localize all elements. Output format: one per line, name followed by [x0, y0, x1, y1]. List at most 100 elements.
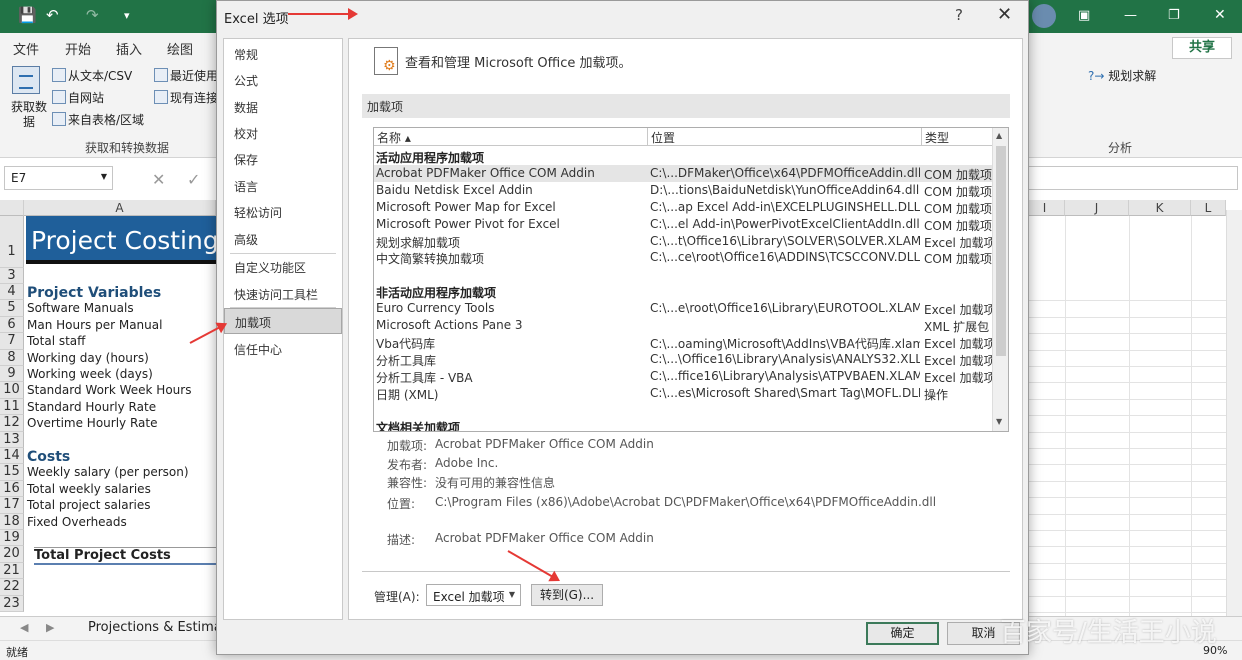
undo-icon[interactable]: ↶: [46, 6, 59, 24]
tab-draw[interactable]: 绘图: [167, 39, 193, 58]
nav-item-quick-access-toolbar[interactable]: 快速访问工具栏: [224, 281, 342, 307]
list-item[interactable]: Microsoft Actions Pane 3 XML 扩展包: [374, 317, 992, 334]
cell-text[interactable]: Standard Work Week Hours: [27, 383, 191, 397]
column-header-name[interactable]: 名称 ▴: [374, 128, 648, 146]
cell-text[interactable]: Total weekly salaries: [27, 482, 151, 496]
column-header-i[interactable]: I: [1025, 200, 1065, 216]
cell-text[interactable]: Total Project Costs: [34, 547, 216, 566]
scroll-thumb[interactable]: [996, 146, 1006, 356]
list-item[interactable]: Baidu Netdisk Excel Addin D:\...tions\Bai…: [374, 182, 992, 199]
row-header[interactable]: 16: [0, 480, 24, 498]
select-all-corner[interactable]: [0, 200, 24, 216]
share-button[interactable]: 共享: [1172, 37, 1232, 59]
sheet-tab-projections[interactable]: Projections & Estimat: [88, 620, 227, 635]
row-header[interactable]: 10: [0, 382, 24, 399]
cell-text[interactable]: Working week (days): [27, 367, 153, 381]
window-close-icon[interactable]: ✕: [1214, 7, 1226, 23]
ribbon-display-icon[interactable]: ▣: [1078, 8, 1090, 23]
row-header[interactable]: 7: [0, 333, 24, 350]
from-table-button[interactable]: 来自表格/区域: [52, 111, 144, 128]
row-header[interactable]: 23: [0, 595, 24, 612]
list-item[interactable]: 分析工具库 C:\...\Office16\Library\Analysis\AN…: [374, 351, 992, 368]
cell-text[interactable]: Software Manuals: [27, 301, 134, 315]
cell-text[interactable]: Total project salaries: [27, 498, 151, 512]
column-header-k[interactable]: K: [1129, 200, 1191, 216]
tab-scroll-left-icon[interactable]: ◀: [20, 621, 28, 634]
row-header[interactable]: 20: [0, 546, 24, 563]
confirm-entry-icon[interactable]: ✓: [187, 170, 200, 189]
name-box[interactable]: E7 ▼: [4, 166, 113, 190]
existing-connections-button[interactable]: 现有连接: [154, 89, 218, 106]
row-header[interactable]: 17: [0, 497, 24, 514]
column-header-l[interactable]: L: [1191, 200, 1226, 216]
scroll-up-icon[interactable]: ▲: [996, 131, 1002, 140]
minimize-icon[interactable]: —: [1124, 8, 1137, 23]
nav-item-accessibility[interactable]: 轻松访问: [224, 199, 342, 225]
get-data-button[interactable]: 获取数 据: [9, 100, 49, 130]
cell-text[interactable]: Overtime Hourly Rate: [27, 416, 157, 430]
list-item[interactable]: Acrobat PDFMaker Office COM Addin C:\...D…: [374, 164, 992, 182]
nav-item-save[interactable]: 保存: [224, 146, 342, 172]
nav-item-advanced[interactable]: 高级: [224, 226, 342, 252]
nav-item-add-ins[interactable]: 加载项: [224, 308, 342, 334]
go-button[interactable]: 转到(G)...: [531, 584, 603, 606]
tab-insert[interactable]: 插入: [116, 39, 142, 58]
redo-icon[interactable]: ↷: [86, 6, 99, 24]
row-header[interactable]: 8: [0, 349, 24, 366]
column-header-type[interactable]: 类型: [922, 128, 992, 146]
cell-text[interactable]: Working day (hours): [27, 351, 149, 365]
save-icon[interactable]: 💾: [18, 6, 37, 24]
list-item[interactable]: Euro Currency Tools C:\...e\root\Office16…: [374, 300, 992, 317]
list-scrollbar[interactable]: ▲ ▼: [992, 128, 1008, 431]
row-header[interactable]: 3: [0, 268, 24, 284]
column-header-location[interactable]: 位置: [648, 128, 922, 146]
tab-home[interactable]: 开始: [65, 39, 91, 58]
manage-select[interactable]: Excel 加载项 ▼: [426, 584, 521, 606]
tab-scroll-right-icon[interactable]: ▶: [46, 621, 54, 634]
cell-text[interactable]: Fixed Overheads: [27, 515, 127, 529]
close-icon[interactable]: ✕: [997, 4, 1012, 25]
recent-sources-button[interactable]: 最近使用: [154, 67, 218, 84]
help-button[interactable]: ?: [955, 6, 963, 24]
ok-button[interactable]: 确定: [866, 622, 939, 645]
from-web-button[interactable]: 自网站: [52, 89, 104, 106]
row-header[interactable]: 12: [0, 415, 24, 432]
solver-button[interactable]: ?→ 规划求解: [1088, 67, 1156, 84]
row-header[interactable]: 11: [0, 398, 24, 416]
row-header[interactable]: 4: [0, 284, 24, 301]
list-item[interactable]: 日期 (XML) C:\...es\Microsoft Shared\Smart …: [374, 385, 992, 402]
nav-item-data[interactable]: 数据: [224, 94, 342, 120]
list-item[interactable]: 中文简繁转换加载项 C:\...ce\root\Office16\ADDINS\T…: [374, 249, 992, 266]
column-header-a[interactable]: A: [24, 200, 216, 216]
row-header[interactable]: 22: [0, 579, 24, 596]
row-header[interactable]: 13: [0, 431, 24, 448]
vertical-scrollbar[interactable]: [1226, 210, 1242, 616]
nav-item-general[interactable]: 常规: [224, 41, 342, 67]
customize-qat-icon[interactable]: ▾: [124, 9, 130, 22]
row-header[interactable]: 6: [0, 316, 24, 334]
nav-item-formulas[interactable]: 公式: [224, 67, 342, 93]
cancel-entry-icon[interactable]: ✕: [152, 170, 165, 189]
row-header[interactable]: 1: [0, 216, 24, 268]
avatar[interactable]: [1032, 4, 1056, 28]
list-item[interactable]: 规划求解加载项 C:\...t\Office16\Library\SOLVER\S…: [374, 233, 992, 250]
from-text-button[interactable]: 从文本/CSV: [52, 67, 132, 84]
add-ins-list[interactable]: 名称 ▴ 位置 类型 活动应用程序加载项 Acrobat PDFMaker Off…: [373, 127, 1009, 432]
nav-item-language[interactable]: 语言: [224, 173, 342, 199]
row-header[interactable]: 9: [0, 366, 24, 383]
list-item[interactable]: 分析工具库 - VBA C:\...ffice16\Library\Analysi…: [374, 368, 992, 385]
cell-text[interactable]: Man Hours per Manual: [27, 318, 162, 332]
scroll-down-icon[interactable]: ▼: [996, 417, 1002, 426]
row-header[interactable]: 18: [0, 513, 24, 530]
sheet-banner-title[interactable]: Project Costing C: [26, 216, 216, 264]
row-header[interactable]: 15: [0, 464, 24, 481]
tab-file[interactable]: 文件: [13, 39, 39, 58]
get-data-icon[interactable]: [12, 66, 40, 94]
row-header[interactable]: 5: [0, 300, 24, 317]
cell-text[interactable]: Project Variables: [27, 285, 161, 301]
nav-item-proofing[interactable]: 校对: [224, 120, 342, 146]
list-item[interactable]: Microsoft Power Pivot for Excel C:\...el …: [374, 216, 992, 233]
list-item[interactable]: Vba代码库 C:\...oaming\Microsoft\AddIns\VBA代…: [374, 334, 992, 351]
cell-text[interactable]: Standard Hourly Rate: [27, 400, 156, 414]
list-item[interactable]: Microsoft Power Map for Excel C:\...ap Ex…: [374, 199, 992, 216]
